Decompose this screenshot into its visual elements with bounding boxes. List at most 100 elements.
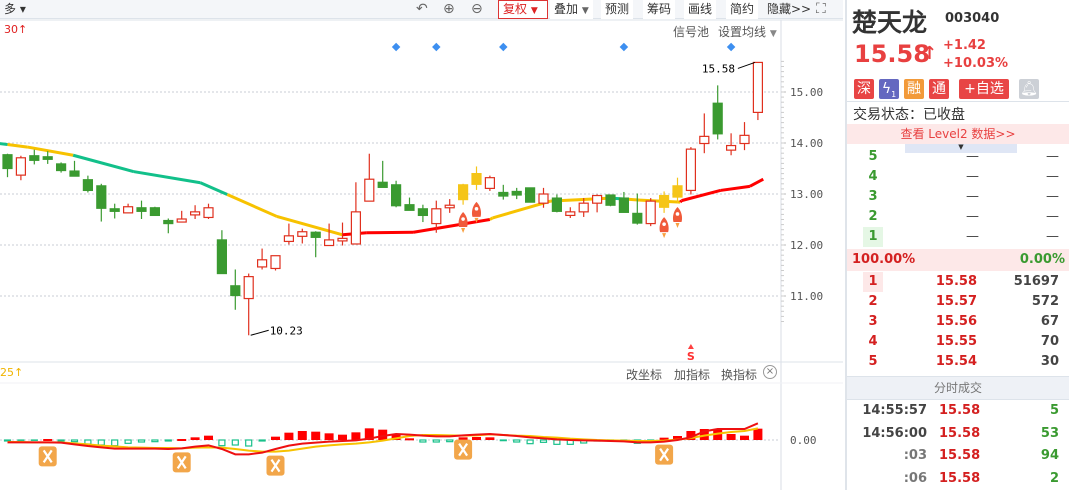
macd-bar-negative (513, 439, 521, 443)
ask-row[interactable]: 1 — — (847, 227, 1069, 247)
level-number: 3 (868, 314, 878, 329)
macd-bar-negative (499, 439, 507, 442)
candle-body (270, 255, 281, 270)
candle-body (29, 155, 40, 161)
macd-bar-positive (351, 432, 361, 440)
macd-bar-negative (164, 439, 172, 442)
stock-name: 楚天龙 (852, 8, 928, 37)
candle-body (551, 197, 563, 212)
fullscreen-icon[interactable]: ⛶ (816, 1, 826, 18)
candle-body (538, 193, 549, 204)
ma-line-segment (489, 216, 494, 221)
candle-body (257, 259, 268, 268)
undo-icon[interactable]: ↶ (416, 1, 428, 18)
zoom-in-icon[interactable]: ⊕ (443, 1, 455, 18)
level-number: 3 (868, 189, 878, 204)
y-tick-label: 15.00 (790, 86, 823, 99)
macd-bar-positive (271, 436, 280, 440)
level-number: 2 (868, 209, 878, 224)
shenzhen-badge[interactable]: 深 (854, 79, 874, 99)
candle-body (632, 212, 643, 224)
candle-body (136, 207, 147, 212)
level-volume: 70 (1040, 334, 1059, 349)
macd-bar-positive (297, 431, 307, 440)
bid-row[interactable]: 4 15.55 70 (847, 332, 1069, 352)
candle-body (203, 207, 214, 219)
hide-button[interactable]: 隐藏>> (763, 0, 815, 19)
trade-volume: 53 (1040, 425, 1059, 441)
candle-body (618, 197, 630, 213)
overlay-dropdown[interactable]: 叠加 ▼ (550, 0, 593, 19)
last-price: 15.58 (854, 40, 930, 68)
zoom-out-icon[interactable]: ⊖ (471, 1, 483, 18)
chips-button[interactable]: 筹码 (643, 0, 676, 19)
lightning-icon[interactable]: ϟ1 (879, 79, 899, 99)
macd-bar-positive (753, 428, 763, 440)
more-dropdown[interactable]: 多 ▾ (0, 0, 30, 19)
trades-header: 分时成交 (847, 376, 1069, 400)
ask-row[interactable]: 4 — — (847, 167, 1069, 187)
bid-row[interactable]: 3 15.56 67 (847, 312, 1069, 332)
ask-row[interactable]: 2 — — (847, 207, 1069, 227)
sell-marker: S (687, 350, 695, 363)
trade-price: 15.58 (939, 403, 981, 418)
candle-body (377, 181, 388, 188)
connect-badge[interactable]: 通 (929, 79, 949, 99)
rights-dropdown[interactable]: 复权 ▼ (498, 0, 548, 19)
level2-link[interactable]: 查看 Level2 数据>> (847, 124, 1069, 144)
candle-body (176, 218, 187, 223)
candle-body (55, 163, 67, 172)
signal-diamond-icon (499, 42, 508, 52)
rocket-icon (659, 217, 669, 239)
macd-bar-negative (70, 439, 79, 443)
candle-body (645, 200, 656, 225)
candle-body (565, 211, 576, 217)
change-coord-button[interactable]: 改坐标 (626, 366, 662, 383)
macd-bar-negative (539, 439, 548, 443)
caret-down-icon: ▼ (530, 6, 538, 16)
level-number: 1 (863, 227, 883, 247)
kline-chart[interactable]: 15.00 14.00 13.00 12.00 11.00 0.00 10.23 15.58 S (0, 0, 843, 490)
trade-time: 14:55:57 (862, 403, 927, 418)
macd-bar-positive (311, 431, 321, 440)
simple-mode-button[interactable]: 简约 (726, 0, 759, 19)
macd-bar-positive (740, 435, 749, 440)
draw-line-button[interactable]: 画线 (684, 0, 717, 19)
macd-bar-positive (284, 432, 294, 440)
ask-row[interactable]: 3 — — (847, 187, 1069, 207)
ma-settings-button[interactable]: 设置均线 ▼ (718, 23, 777, 40)
candle-body (658, 194, 670, 208)
macd-bar-negative (151, 439, 159, 443)
trade-row[interactable]: :03 15.58 94 (847, 446, 1069, 466)
trade-row[interactable]: :06 15.58 2 (847, 469, 1069, 489)
signal-pool-button[interactable]: 信号池 (673, 23, 709, 40)
margin-badge[interactable]: 融 (904, 79, 924, 99)
ask-row[interactable]: 5 — — (847, 147, 1069, 167)
bid-row[interactable]: 2 15.57 572 (847, 292, 1069, 312)
add-watchlist-button[interactable]: +自选 (959, 79, 1009, 99)
bid-row[interactable]: 5 15.54 30 (847, 352, 1069, 372)
bid-row[interactable]: 1 15.58 51697 (847, 272, 1069, 292)
trade-row[interactable]: 14:55:57 15.58 5 (847, 401, 1069, 421)
level-number: 4 (868, 334, 878, 349)
forecast-button[interactable]: 预测 (601, 0, 634, 19)
candle-body (417, 208, 428, 217)
close-indicator-icon[interactable]: × (763, 365, 777, 379)
macd-bar-negative (446, 439, 454, 443)
trade-row[interactable]: 14:56:00 15.58 53 (847, 424, 1069, 444)
candle-body (163, 219, 174, 225)
switch-indicator-button[interactable]: 换指标 (721, 366, 757, 383)
level-price: 15.54 (935, 354, 977, 369)
bell-icon[interactable]: 🔔︎ (1019, 79, 1039, 99)
candle-body (350, 211, 361, 245)
macd-bar-positive (324, 433, 334, 440)
level-price: — (966, 209, 979, 224)
trade-time: :03 (903, 448, 927, 463)
add-indicator-button[interactable]: 加指标 (674, 366, 710, 383)
candle-body (605, 194, 616, 206)
level-volume: — (1046, 169, 1059, 184)
level-price: — (966, 189, 979, 204)
candle-body (310, 231, 321, 238)
candle-body (122, 206, 134, 214)
level-price: 15.58 (935, 274, 977, 289)
